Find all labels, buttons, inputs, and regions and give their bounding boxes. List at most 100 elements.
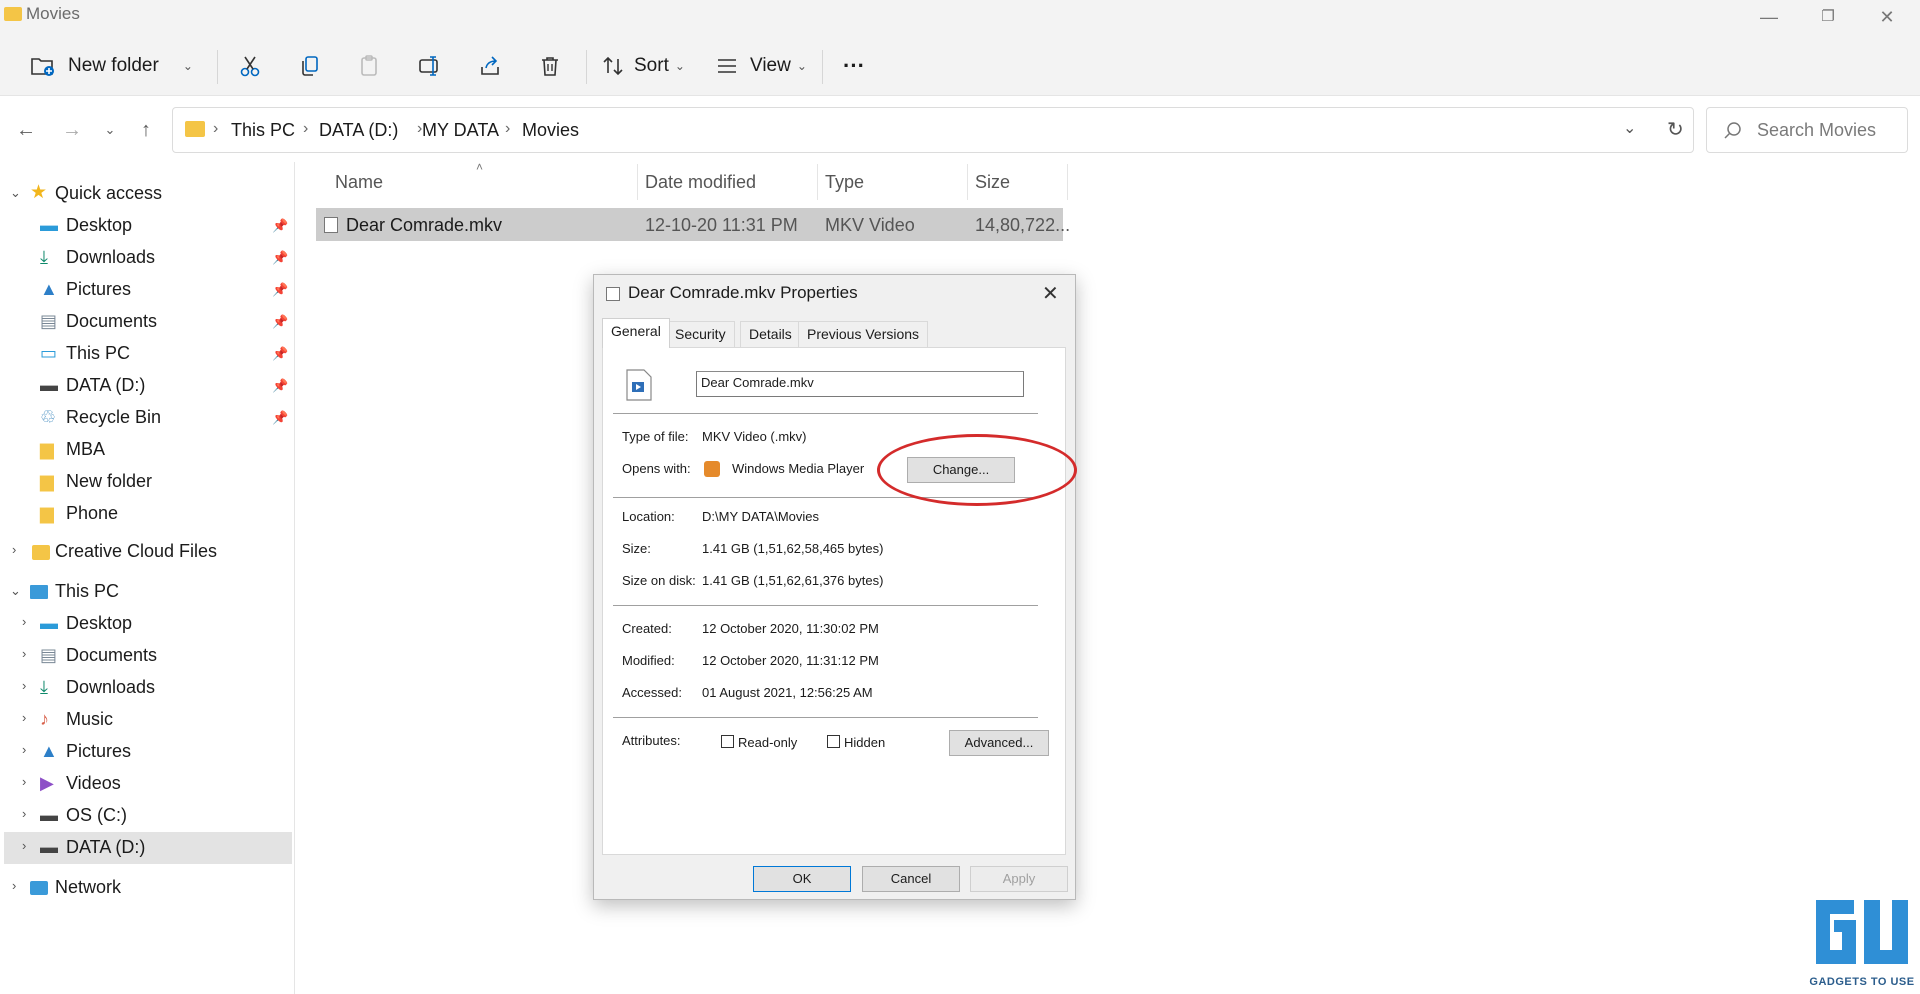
view-button[interactable]: View ⌄ [716, 48, 807, 84]
breadcrumb-separator: › [213, 120, 219, 137]
paste-button[interactable] [358, 48, 382, 84]
cut-button[interactable] [238, 48, 262, 84]
tab-security[interactable]: Security [666, 321, 735, 347]
column-size[interactable]: Size [975, 172, 1010, 193]
pin-icon[interactable]: 📌 [272, 282, 288, 298]
hidden-checkbox[interactable] [827, 735, 840, 748]
sidebar-item-downloads[interactable]: ⤓ Downloads 📌 [0, 242, 292, 274]
refresh-icon[interactable]: ↻ [1667, 117, 1684, 142]
dialog-title: Dear Comrade.mkv Properties [628, 283, 858, 302]
breadcrumb-movies[interactable]: Movies [522, 120, 579, 141]
sidebar-pc-item-pictures[interactable]: › ▲ Pictures [0, 736, 292, 768]
chevron-right-icon[interactable]: › [22, 774, 26, 789]
sidebar-label: Videos [66, 773, 121, 793]
advanced-button[interactable]: Advanced... [949, 730, 1049, 756]
documents-icon: ▤ [40, 311, 58, 331]
new-folder-button[interactable]: New folder ⌄ [30, 48, 193, 84]
pin-icon[interactable]: 📌 [272, 314, 288, 330]
chevron-right-icon[interactable]: › [22, 742, 26, 757]
search-input[interactable]: Search Movies [1706, 107, 1908, 153]
file-date: 12-10-20 11:31 PM [645, 215, 798, 235]
chevron-right-icon[interactable]: › [22, 806, 26, 821]
sidebar-item-this-pc[interactable]: ▭ This PC 📌 [0, 338, 292, 370]
column-type[interactable]: Type [825, 172, 864, 193]
sidebar-this-pc[interactable]: ⌄ This PC [0, 576, 292, 608]
sidebar-pc-item-desktop[interactable]: › ▬ Desktop [0, 608, 292, 640]
chevron-right-icon[interactable]: › [12, 542, 16, 557]
chevron-right-icon[interactable]: › [22, 838, 26, 853]
restore-button[interactable]: ❐ [1808, 4, 1848, 30]
sidebar-network[interactable]: › Network [0, 872, 292, 904]
sidebar-pc-item-documents[interactable]: › ▤ Documents [0, 640, 292, 672]
apply-button[interactable]: Apply [970, 866, 1068, 892]
chevron-down-icon[interactable]: ⌄ [183, 59, 193, 73]
sidebar-item-pictures[interactable]: ▲ Pictures 📌 [0, 274, 292, 306]
filename-field[interactable]: Dear Comrade.mkv [696, 371, 1024, 397]
pin-icon[interactable]: 📌 [272, 218, 288, 234]
chevron-right-icon[interactable]: › [22, 614, 26, 629]
sort-button[interactable]: Sort ⌄ [602, 48, 685, 84]
recycle-bin-icon: ♲ [40, 407, 57, 427]
view-icon [718, 59, 736, 73]
sidebar-item-recycle-bin[interactable]: ♲ Recycle Bin 📌 [0, 402, 292, 434]
close-window-button[interactable]: ✕ [1867, 4, 1907, 30]
sidebar-quick-access[interactable]: ⌄ ★ Quick access [0, 178, 292, 210]
file-row[interactable]: Dear Comrade.mkv 12-10-20 11:31 PM MKV V… [316, 208, 1070, 241]
pin-icon[interactable]: 📌 [272, 378, 288, 394]
rename-button[interactable] [418, 48, 442, 84]
tab-general[interactable]: General [602, 318, 670, 348]
sidebar-item-new-folder[interactable]: ▆ New folder [0, 466, 292, 498]
highlight-annotation [877, 434, 1077, 506]
sidebar-item-data-d[interactable]: ▬ DATA (D:) 📌 [0, 370, 292, 402]
breadcrumb-this-pc[interactable]: This PC [231, 120, 295, 141]
chevron-right-icon[interactable]: › [22, 710, 26, 725]
music-icon: ♪ [40, 709, 49, 729]
creative-cloud-icon [32, 545, 50, 560]
address-bar[interactable]: › This PC › DATA (D:) › MY DATA › Movies… [172, 107, 1694, 153]
readonly-checkbox[interactable] [721, 735, 734, 748]
sidebar-item-desktop[interactable]: ▬ Desktop 📌 [0, 210, 292, 242]
title-bar: Movies — ❐ ✕ [0, 0, 1920, 34]
close-icon[interactable]: ✕ [1042, 281, 1059, 306]
pin-icon[interactable]: 📌 [272, 250, 288, 266]
pin-icon[interactable]: 📌 [272, 410, 288, 426]
tab-previous-versions[interactable]: Previous Versions [798, 321, 929, 347]
recent-locations-button[interactable]: ⌄ [96, 116, 124, 144]
breadcrumb-data-d[interactable]: DATA (D:) [319, 120, 398, 141]
breadcrumb-my-data[interactable]: MY DATA [422, 120, 499, 141]
sidebar-pc-item-music[interactable]: › ♪ Music [0, 704, 292, 736]
chevron-right-icon[interactable]: › [22, 646, 26, 661]
tab-details[interactable]: Details [740, 321, 801, 347]
sidebar-pc-item-os-c[interactable]: › ▬ OS (C:) [0, 800, 292, 832]
copy-button[interactable] [298, 48, 322, 84]
chevron-down-icon[interactable]: ⌄ [1623, 118, 1636, 138]
chevron-down-icon[interactable]: ⌄ [10, 185, 21, 201]
cancel-button[interactable]: Cancel [862, 866, 960, 892]
sidebar-item-phone[interactable]: ▆ Phone [0, 498, 292, 530]
share-button[interactable] [478, 48, 502, 84]
delete-button[interactable] [538, 48, 562, 84]
folder-icon [185, 121, 205, 137]
up-button[interactable]: ↑ [132, 116, 160, 144]
file-size: 14,80,722... [975, 215, 1071, 235]
readonly-label: Read-only [738, 735, 798, 750]
sidebar-pc-item-videos[interactable]: › ▶ Videos [0, 768, 292, 800]
forward-button[interactable]: → [58, 116, 86, 144]
sidebar-pc-item-downloads[interactable]: › ⤓ Downloads [0, 672, 292, 704]
chevron-down-icon[interactable]: ⌄ [10, 583, 21, 599]
more-options-button[interactable]: ··· [843, 48, 865, 84]
chevron-right-icon[interactable]: › [12, 878, 16, 893]
window-title: Movies [26, 4, 80, 23]
pin-icon[interactable]: 📌 [272, 346, 288, 362]
sidebar-pc-item-data-d[interactable]: › ▬ DATA (D:) [4, 832, 292, 864]
back-button[interactable]: ← [12, 116, 40, 144]
column-name[interactable]: Name [335, 172, 383, 193]
ok-button[interactable]: OK [753, 866, 851, 892]
chevron-right-icon[interactable]: › [22, 678, 26, 693]
sidebar-creative-cloud[interactable]: › Creative Cloud Files [0, 536, 292, 568]
share-icon [481, 56, 499, 75]
sidebar-item-documents[interactable]: ▤ Documents 📌 [0, 306, 292, 338]
minimize-button[interactable]: — [1749, 4, 1789, 30]
sidebar-item-mba[interactable]: ▆ MBA [0, 434, 292, 466]
column-date-modified[interactable]: Date modified [645, 172, 756, 193]
